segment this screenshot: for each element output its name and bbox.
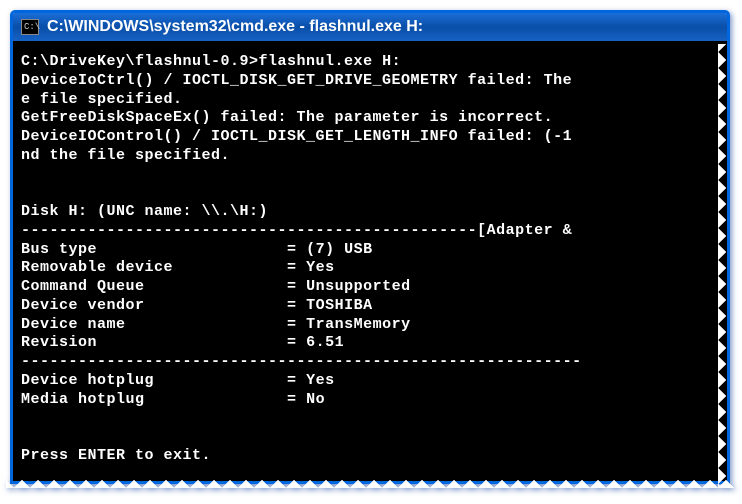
error-line: GetFreeDiskSpaceEx() failed: The paramet… xyxy=(21,109,553,126)
titlebar[interactable]: C:\ C:\WINDOWS\system32\cmd.exe - flashn… xyxy=(13,13,727,41)
window-title: C:\WINDOWS\system32\cmd.exe - flashnul.e… xyxy=(47,18,423,36)
info-row: Device name = TransMemory xyxy=(21,316,411,333)
command-prompt-window: C:\ C:\WINDOWS\system32\cmd.exe - flashn… xyxy=(10,10,730,484)
command: flashnul.exe H: xyxy=(259,53,402,70)
info-row: Bus type = (7) USB xyxy=(21,241,373,258)
exit-prompt: Press ENTER to exit. xyxy=(21,447,211,464)
info-row: Revision = 6.51 xyxy=(21,334,344,351)
prompt-line: C:\DriveKey\flashnul-0.9>flashnul.exe H: xyxy=(21,53,401,70)
info-row: Removable device = Yes xyxy=(21,259,335,276)
cmd-icon-text: C:\ xyxy=(24,22,40,32)
info-row: Media hotplug = No xyxy=(21,391,325,408)
error-line: e file specified. xyxy=(21,91,183,108)
error-line: nd the file specified. xyxy=(21,147,230,164)
info-row: Device vendor = TOSHIBA xyxy=(21,297,373,314)
cmd-icon: C:\ xyxy=(21,19,39,35)
section-divider: ----------------------------------------… xyxy=(21,222,572,239)
divider: ----------------------------------------… xyxy=(21,353,582,370)
error-line: DeviceIoCtrl() / IOCTL_DISK_GET_DRIVE_GE… xyxy=(21,72,572,89)
info-row: Device hotplug = Yes xyxy=(21,372,335,389)
error-line: DeviceIOControl() / IOCTL_DISK_GET_LENGT… xyxy=(21,128,572,145)
console-output[interactable]: C:\DriveKey\flashnul-0.9>flashnul.exe H:… xyxy=(13,41,727,481)
prompt: C:\DriveKey\flashnul-0.9> xyxy=(21,53,259,70)
info-row: Command Queue = Unsupported xyxy=(21,278,411,295)
disk-header: Disk H: (UNC name: \\.\H:) xyxy=(21,203,268,220)
